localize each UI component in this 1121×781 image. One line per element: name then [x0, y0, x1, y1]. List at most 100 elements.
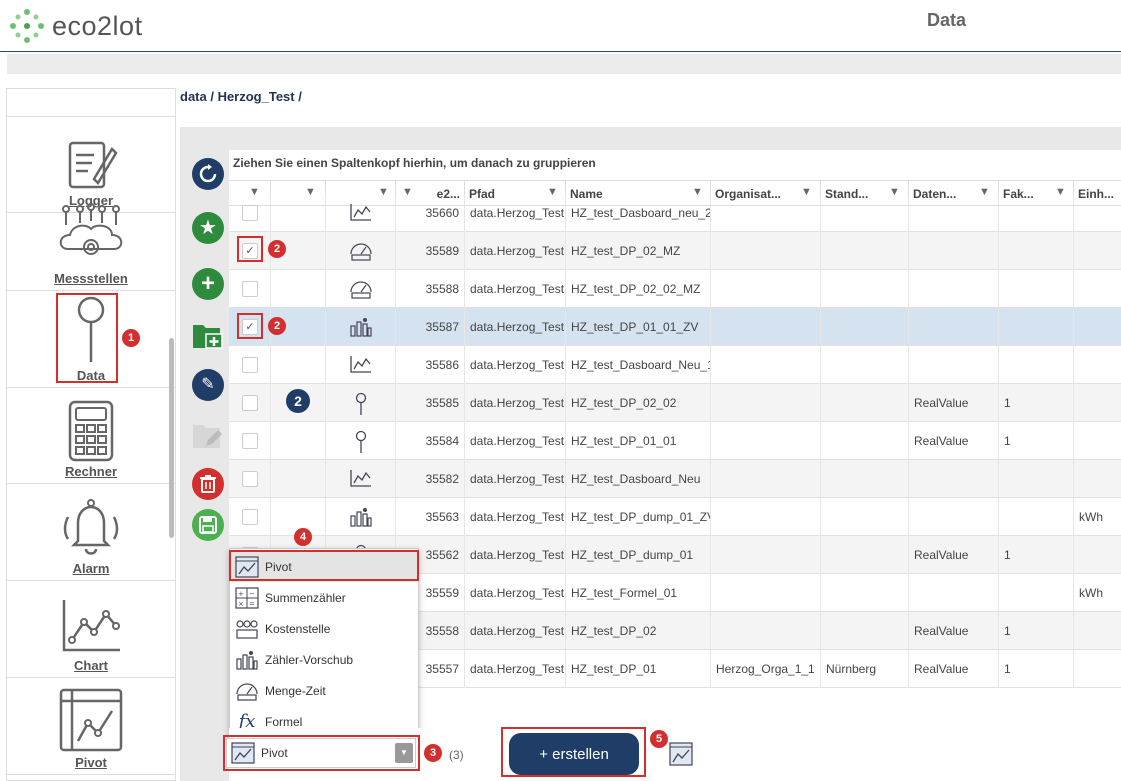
edit-button[interactable]: ✎ [192, 369, 224, 401]
einheit-cell: kWh [1074, 574, 1121, 612]
table-row[interactable]: 35588 data.Herzog_Test HZ_test_DP_02_02_MZ [229, 270, 1121, 308]
standort-cell [821, 308, 909, 346]
delete-icon [200, 475, 216, 493]
faktor-cell [999, 232, 1074, 270]
edit-folder-button[interactable] [192, 420, 224, 452]
add-folder-button[interactable] [192, 320, 224, 352]
table-row[interactable]: 35582 data.Herzog_Test HZ_test_Dasboard_Ne… [229, 460, 1121, 498]
faktor-cell: 1 [999, 536, 1074, 574]
table-row[interactable]: 35584 data.Herzog_Test HZ_test_DP_01_01 Rea… [229, 422, 1121, 460]
selection-count-badge: 2 [286, 389, 310, 413]
sidebar-scrollbar[interactable] [169, 338, 174, 538]
annotation-badge: 1 [122, 329, 140, 347]
dropdown-option-zaehler-vorschub[interactable]: Zähler-Vorschub [230, 644, 418, 675]
datentyp-cell: RealValue [909, 384, 999, 422]
sidebar-item-alarm[interactable]: Alarm [7, 485, 175, 581]
name-cell: HZ_test_DP_02_02_MZ [566, 270, 711, 308]
table-row[interactable]: ✓ 35587 data.Herzog_Test HZ_test_DP_01_01_Z… [229, 308, 1121, 346]
table-row[interactable]: 35585 data.Herzog_Test HZ_test_DP_02_02 Rea… [229, 384, 1121, 422]
organisation-cell [711, 498, 821, 536]
select-cell[interactable] [229, 270, 271, 308]
row-checkbox[interactable] [242, 471, 258, 487]
einheit-cell [1074, 346, 1121, 384]
zaehler-vorschub-icon [349, 318, 373, 341]
pin-small-icon [353, 392, 369, 419]
name-cell: HZ_test_Dasboard_Neu_1 [566, 346, 711, 384]
id-cell: 35660 [396, 194, 465, 232]
select-cell[interactable] [229, 460, 271, 498]
standort-cell [821, 232, 909, 270]
select-cell[interactable] [229, 384, 271, 422]
name-cell: HZ_test_Formel_01 [566, 574, 711, 612]
zaehler-vorschub-icon [349, 508, 373, 531]
dropdown-option-kostenstelle[interactable]: Kostenstelle [230, 613, 418, 644]
sidebar-item-label: Rechner [64, 464, 118, 479]
datentyp-cell [909, 574, 999, 612]
faktor-cell [999, 460, 1074, 498]
pivot-icon [669, 742, 693, 766]
row-checkbox[interactable] [242, 509, 258, 525]
select-cell[interactable] [229, 194, 271, 232]
id-cell: 35589 [396, 232, 465, 270]
app-header: eco2lot Data [0, 0, 1121, 52]
row-checkbox[interactable] [242, 205, 258, 221]
type-cell [271, 346, 326, 384]
sidebar-item-messstellen[interactable]: Messstellen [7, 195, 175, 291]
kostenstelle-icon [236, 619, 258, 639]
refresh-button[interactable] [192, 158, 224, 190]
row-checkbox[interactable] [242, 281, 258, 297]
save-button[interactable] [192, 509, 224, 541]
organisation-cell [711, 460, 821, 498]
row-checkbox[interactable] [242, 357, 258, 373]
datentyp-cell [909, 232, 999, 270]
faktor-cell: 1 [999, 650, 1074, 688]
sidebar-item-chart[interactable]: Chart [7, 582, 175, 678]
table-row[interactable]: 35660 data.Herzog_Test HZ_test_Dasboard_ne… [229, 194, 1121, 232]
add-icon: + [200, 270, 215, 297]
organisation-cell [711, 574, 821, 612]
table-row[interactable]: ✓ 35589 data.Herzog_Test HZ_test_DP_02_MZ [229, 232, 1121, 270]
menge-zeit-icon [349, 281, 373, 303]
type-cell [271, 270, 326, 308]
sidebar-item-label: Alarm [72, 561, 110, 576]
datentyp-cell [909, 270, 999, 308]
icon-cell [326, 194, 396, 232]
app-logo[interactable]: eco2lot [8, 6, 143, 46]
select-cell[interactable] [229, 498, 271, 536]
table-row[interactable]: 35586 data.Herzog_Test HZ_test_Dasboard_Ne… [229, 346, 1121, 384]
sidebar-item-rechner[interactable]: Rechner [7, 388, 175, 484]
icon-cell [326, 460, 396, 498]
row-checkbox[interactable] [242, 395, 258, 411]
table-row[interactable]: 35563 data.Herzog_Test HZ_test_DP_dump_01_… [229, 498, 1121, 536]
datentyp-cell [909, 346, 999, 384]
dropdown-option-summenzaehler[interactable]: + − × = Summenzähler [230, 582, 418, 613]
standort-cell [821, 384, 909, 422]
logo-dots-icon [10, 9, 44, 43]
delete-button[interactable] [192, 468, 224, 500]
chart-small-icon [349, 204, 373, 225]
faktor-cell [999, 308, 1074, 346]
menge-zeit-icon [236, 682, 258, 701]
breadcrumb[interactable]: data / Herzog_Test / [180, 89, 302, 104]
id-cell: 35563 [396, 498, 465, 536]
star-icon: ★ [199, 217, 217, 239]
datentyp-cell [909, 498, 999, 536]
select-cell[interactable] [229, 346, 271, 384]
row-checkbox[interactable] [242, 433, 258, 449]
organisation-cell [711, 536, 821, 574]
highlight-select [223, 735, 420, 771]
type-cell [271, 422, 326, 460]
calculator-icon [68, 400, 114, 462]
einheit-cell [1074, 232, 1121, 270]
id-cell: 35584 [396, 422, 465, 460]
select-cell[interactable] [229, 422, 271, 460]
group-panel[interactable]: Ziehen Sie einen Spaltenkopf hierhin, um… [229, 150, 1121, 180]
svg-text:×: × [238, 600, 244, 608]
icon-cell [326, 346, 396, 384]
dropdown-option-menge-zeit[interactable]: Menge-Zeit [230, 675, 418, 706]
highlight-data [56, 293, 118, 383]
logo-text: eco2lot [52, 10, 143, 41]
add-button[interactable]: + [192, 268, 224, 300]
favorite-button[interactable]: ★ [192, 212, 224, 244]
sidebar-item-pivot[interactable]: Pivot [7, 679, 175, 775]
